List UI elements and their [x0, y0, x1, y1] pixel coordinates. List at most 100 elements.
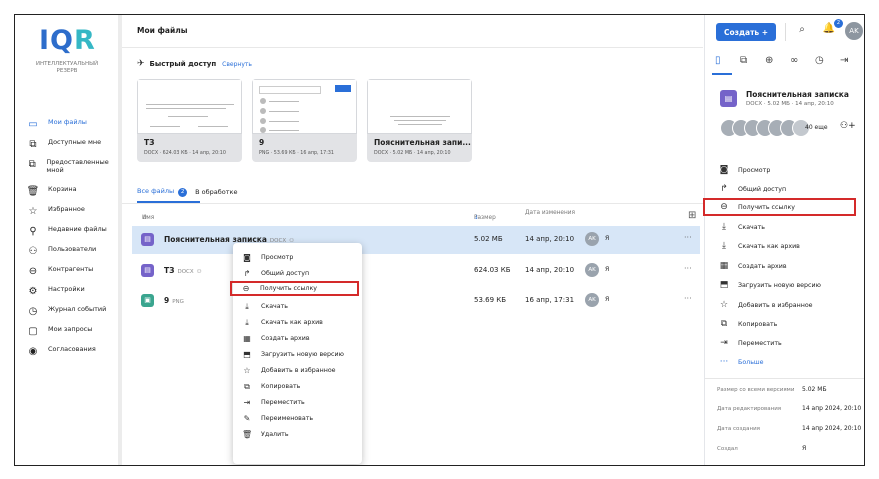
clock-icon: ◷: [28, 305, 38, 317]
sidebar-item-recent[interactable]: ⚲ Недавние файлы: [27, 225, 117, 245]
table-row[interactable]: ▤ ТЗ DOCX ⚇ 624.03 КБ 14 апр, 20:10 AK Я ·…: [132, 257, 700, 285]
tab-all-files[interactable]: Все файлы 2: [137, 187, 188, 197]
collapse-panel-icon[interactable]: ⇥: [840, 55, 864, 66]
view-icon: ◙: [243, 253, 251, 262]
table-header: Имя ⚇ ☆ Размер ↓ Дата изменения ⊞: [142, 210, 697, 221]
sidebar-item-contractors[interactable]: ⊖ Контрагенты: [27, 265, 117, 285]
shared-in-icon: ⧉: [29, 138, 37, 150]
details-action-copy[interactable]: ⧉ Копировать: [718, 315, 860, 333]
image-icon: ▣: [141, 294, 154, 307]
menu-item-delete[interactable]: 🗑 Удалить: [233, 427, 362, 442]
table-row[interactable]: ▣ 9 PNG 53.69 КБ 16 апр, 17:31 AK Я ···: [132, 287, 700, 315]
quick-access-card[interactable]: Пояснительная запи... DOCX · 5.02 МБ · 1…: [367, 79, 472, 162]
more-users-label: 40 еще: [805, 124, 828, 131]
sidebar-item-approvals[interactable]: ◉ Согласования: [27, 345, 117, 365]
add-user-icon[interactable]: ⚇+: [840, 121, 856, 131]
link-icon: ⊖: [242, 284, 250, 293]
page-title: Мои файлы: [137, 26, 188, 35]
user-avatar[interactable]: AK: [845, 22, 863, 40]
menu-item-copy[interactable]: ⧉ Копировать: [233, 379, 362, 394]
collapse-link[interactable]: Свернуть: [222, 61, 252, 68]
download-icon: ⤓: [245, 301, 249, 311]
details-action-view[interactable]: ◙ Просмотр: [718, 161, 860, 179]
menu-item-get-link[interactable]: ⊖ Получить ссылку: [230, 281, 359, 296]
copy-icon: ⧉: [244, 381, 250, 391]
quick-access-card[interactable]: ТЗ DOCX · 624.03 КБ · 14 апр, 20:10: [137, 79, 242, 162]
property-value: 14 апр 2024, 20:10: [802, 425, 862, 432]
sidebar-item-event-log[interactable]: ◷ Журнал событий: [27, 305, 117, 325]
details-action-download-archive[interactable]: ⤓ Скачать как архив: [718, 237, 860, 255]
divider: [785, 23, 786, 41]
sidebar-item-users[interactable]: ⚇ Пользователи: [27, 245, 117, 265]
logo: IQR: [39, 25, 96, 56]
property-label: Дата редактирования: [717, 406, 782, 412]
access-icon[interactable]: ⊕: [765, 55, 790, 66]
search-icon[interactable]: ⌕: [794, 24, 810, 40]
menu-item-create-archive[interactable]: ▦ Создать архив: [233, 331, 362, 346]
sidebar-item-settings[interactable]: ⚙ Настройки: [27, 285, 117, 305]
menu-item-upload-version[interactable]: ⬒ Загрузить новую версию: [233, 347, 362, 362]
versions-icon[interactable]: ⧉: [740, 55, 765, 66]
pin-icon: ✈: [137, 59, 145, 69]
property-label: Размер со всеми версиями: [717, 387, 795, 393]
sidebar-item-shared-by-me[interactable]: ⧉ Предоставленные мной: [27, 158, 117, 185]
more-actions-icon[interactable]: ···: [684, 264, 692, 273]
topbar: Мои файлы: [122, 15, 703, 48]
copy-icon: ⧉: [720, 319, 728, 329]
avatar: AK: [585, 263, 599, 277]
menu-item-move[interactable]: ⇥ Переместить: [233, 395, 362, 410]
menu-item-download[interactable]: ⤓ Скачать: [233, 299, 362, 314]
details-action-download[interactable]: ⤓ Скачать: [718, 218, 860, 236]
menu-item-view[interactable]: ◙ Просмотр: [233, 250, 362, 265]
property-value: 5.02 МБ: [802, 386, 827, 393]
divider: [122, 203, 703, 204]
details-action-create-archive[interactable]: ▦ Создать архив: [718, 257, 860, 275]
property-value: 14 апр 2024, 20:10: [802, 405, 862, 412]
menu-item-add-favorite[interactable]: ☆ Добавить в избранное: [233, 363, 362, 378]
download-archive-icon: ⤓: [722, 241, 726, 251]
document-thumbnail: [367, 79, 472, 134]
grid-view-icon[interactable]: ⊞: [688, 210, 696, 221]
history-icon[interactable]: ◷: [815, 55, 840, 66]
shared-out-icon: ⧉: [28, 158, 36, 170]
tab-processing[interactable]: В обработке: [195, 188, 237, 196]
details-tabs: ▯ ⧉ ⊕ ∞ ◷ ⇥: [715, 55, 864, 66]
create-button[interactable]: Создать +: [716, 23, 776, 41]
document-thumbnail: [137, 79, 242, 134]
details-action-more[interactable]: ··· Больше: [718, 353, 860, 371]
file-info-icon[interactable]: ▯: [715, 55, 740, 66]
table-row[interactable]: ▤ Пояснительная записка DOCX ⚇ 5.02 МБ 14 …: [132, 226, 700, 254]
sidebar-item-shared-with-me[interactable]: ⧉ Доступные мне: [27, 138, 117, 158]
menu-item-share[interactable]: ↱ Общий доступ: [233, 266, 362, 281]
property-label: Создал: [717, 446, 738, 452]
delete-icon: 🗑: [242, 430, 253, 439]
menu-item-download-archive[interactable]: ⤓ Скачать как архив: [233, 315, 362, 330]
details-action-get-link[interactable]: ⊖ Получить ссылку: [703, 198, 856, 216]
sidebar-item-favorites[interactable]: ☆ Избранное: [27, 205, 117, 225]
details-action-move[interactable]: ⇥ Переместить: [718, 334, 860, 352]
link-icon[interactable]: ∞: [790, 55, 815, 66]
more-actions-icon[interactable]: ···: [684, 294, 692, 303]
sidebar-nav: ▭ Мои файлы ⧉ Доступные мне ⧉ Предоставленн…: [27, 118, 117, 365]
details-action-add-favorite[interactable]: ☆ Добавить в избранное: [718, 296, 860, 314]
avatar: AK: [585, 293, 599, 307]
star-icon: ☆: [719, 300, 729, 310]
sidebar-item-my-requests[interactable]: ▢ Мои запросы: [27, 325, 117, 345]
details-action-upload-version[interactable]: ⬒ Загрузить новую версию: [718, 276, 860, 294]
sort-down-icon: ↓: [474, 215, 479, 221]
logo-subtitle: ИНТЕЛЛЕКТУАЛЬНЫЙ РЕЗЕРВ: [35, 61, 99, 74]
count-badge: 2: [178, 188, 188, 197]
more-actions-icon[interactable]: ···: [684, 233, 692, 242]
upload-version-icon: ⬒: [719, 280, 729, 290]
menu-item-rename[interactable]: ✎ Переименовать: [233, 411, 362, 426]
quick-access-card[interactable]: 9 PNG · 53.69 КБ · 16 апр, 17:31: [252, 79, 357, 162]
sidebar-item-my-files[interactable]: ▭ Мои файлы: [27, 118, 117, 138]
sidebar: IQR ИНТЕЛЛЕКТУАЛЬНЫЙ РЕЗЕРВ ▭ Мои файлы ⧉…: [15, 15, 119, 465]
link-icon: ⊖: [720, 202, 728, 212]
move-icon: ⇥: [720, 338, 728, 348]
sidebar-item-trash[interactable]: 🗑 Корзина: [27, 185, 117, 205]
details-action-share[interactable]: ↱ Общий доступ: [718, 180, 860, 198]
app-window: IQR ИНТЕЛЛЕКТУАЛЬНЫЙ РЕЗЕРВ ▭ Мои файлы ⧉…: [14, 14, 865, 466]
column-date[interactable]: Дата изменения: [525, 210, 575, 216]
image-thumbnail: [252, 79, 357, 134]
